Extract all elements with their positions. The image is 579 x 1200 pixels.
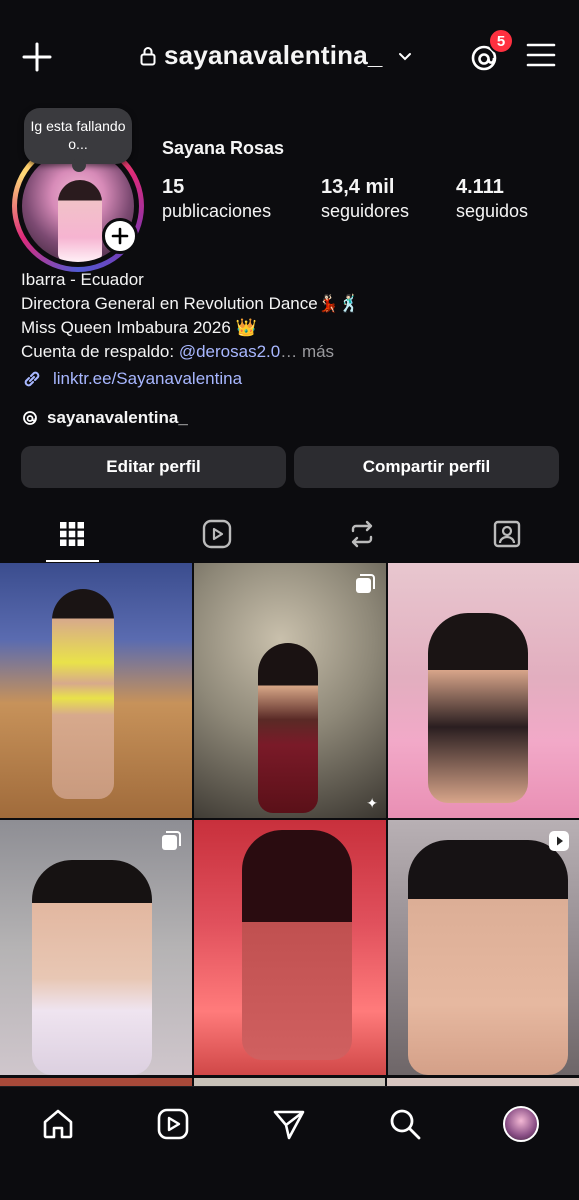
link-text: linktr.ee/Sayanavalentina [53,369,243,388]
sparkle-icon: ✦ [366,795,378,811]
more-link[interactable]: … más [280,342,334,361]
post-figure [32,860,152,1075]
plus-icon[interactable] [20,40,54,74]
stat-value: 15 [162,176,185,198]
home-icon[interactable] [41,1107,75,1141]
plus-icon [111,227,129,245]
stat-value: 4.111 [456,176,504,198]
external-link[interactable]: linktr.ee/Sayanavalentina [21,368,242,390]
post-figure [52,589,114,799]
bio-line: Cuenta de respaldo: @derosas2.0… más [21,340,360,364]
threads-icon [23,411,37,425]
share-profile-button[interactable]: Compartir perfil [294,446,559,488]
post-thumbnail[interactable] [0,563,192,818]
post-figure [242,830,352,1060]
backup-label: Cuenta de respaldo: [21,342,179,361]
post-figure [258,643,318,813]
stat-followers[interactable]: 13,4 mil seguidores [321,176,409,222]
stat-label: seguidos [456,201,529,221]
grid-icon [60,522,85,546]
post-thumbnail[interactable] [388,563,579,818]
profile-tabs [0,506,579,562]
tab-tagged[interactable] [434,506,579,562]
menu-icon[interactable] [526,42,556,68]
post-figure [428,613,528,803]
tab-posts[interactable] [0,506,145,562]
profile-note[interactable]: Ig esta fallando o... [24,108,132,172]
link-icon [24,371,40,387]
post-thumbnail[interactable] [194,820,386,1075]
posts-grid: ✦ [0,563,579,1075]
stat-value: 13,4 mil [321,176,395,198]
profile-actions: Editar perfil Compartir perfil [21,446,559,488]
bio-line: Miss Queen Imbabura 2026 👑 [21,318,257,337]
carousel-icon [162,831,181,850]
tab-reels[interactable] [145,506,290,562]
top-bar: sayanavalentina_ 5 [0,0,579,112]
bio-line: Ibarra - Ecuador [21,270,144,289]
post-peek [387,1078,579,1086]
notification-badge: 5 [488,28,514,54]
bottom-nav [0,1086,579,1200]
post-thumbnail[interactable] [388,820,579,1075]
post-peek [0,1078,192,1086]
username: sayanavalentina_ [164,40,383,70]
threads-badge[interactable]: sayanavalentina_ [21,408,188,428]
avatar-figure [58,180,102,262]
send-icon[interactable] [272,1107,306,1141]
threads-handle: sayanavalentina_ [47,408,188,427]
tab-reposts[interactable] [290,506,435,562]
add-story-button[interactable] [102,218,138,254]
stat-following[interactable]: 4.111 seguidos [456,176,528,222]
edit-profile-button[interactable]: Editar perfil [21,446,286,488]
next-row-peek [0,1078,579,1086]
account-switcher[interactable]: sayanavalentina_ [140,40,413,71]
bio: Ibarra - Ecuador Directora General en Re… [21,268,360,364]
stat-label: seguidores [321,201,410,221]
post-thumbnail[interactable]: ✦ [194,563,386,818]
carousel-icon [356,574,375,593]
backup-mention-link[interactable]: @derosas2.0 [179,342,280,361]
post-figure [408,840,568,1075]
lock-icon [140,46,156,65]
reposts-icon [351,520,373,548]
post-thumbnail[interactable] [0,820,192,1075]
reel-icon [549,831,569,851]
search-icon[interactable] [388,1107,422,1141]
profile-avatar[interactable] [503,1106,539,1142]
display-name: Sayana Rosas [162,138,285,158]
tagged-icon [493,520,520,548]
post-peek [193,1078,386,1086]
bio-line: Directora General en Revolution Dance💃🏻🕺… [21,294,361,313]
reels-icon[interactable] [156,1107,190,1141]
stat-label: publicaciones [162,201,272,221]
chevron-down-icon [398,52,411,60]
stat-posts[interactable]: 15 publicaciones [162,176,271,222]
reels-icon [202,519,232,549]
